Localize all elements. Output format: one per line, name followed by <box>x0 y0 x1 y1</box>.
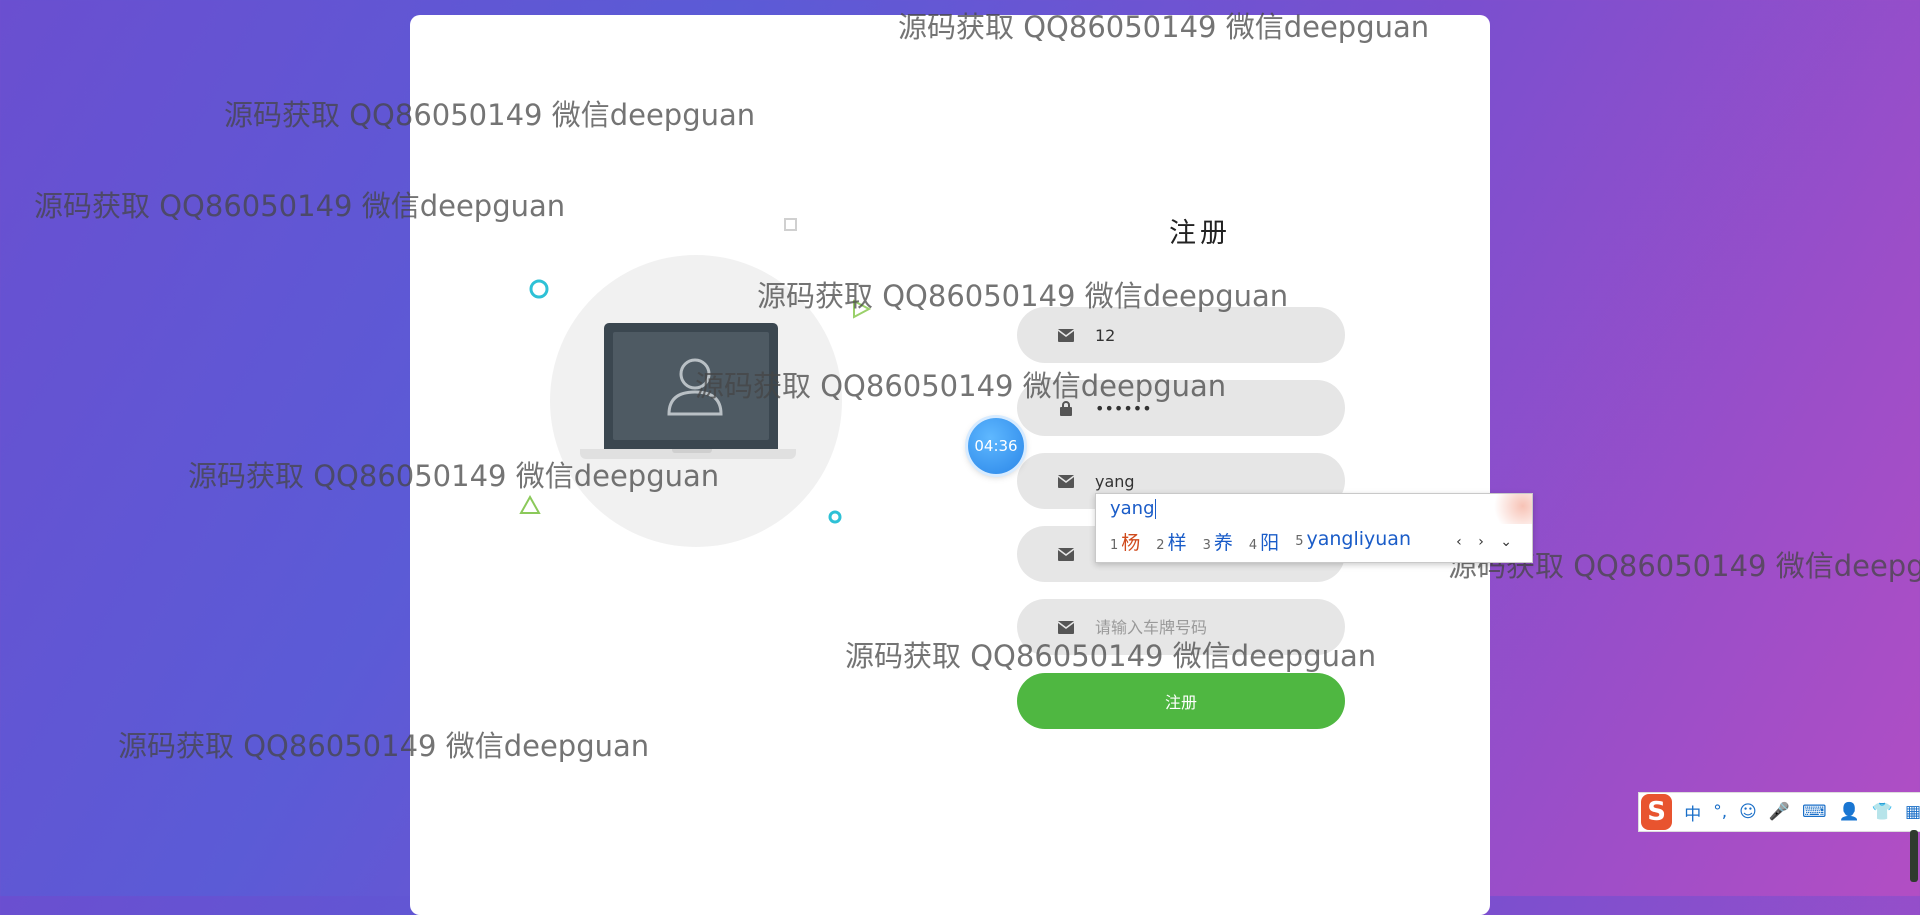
ime-punct-icon[interactable]: °, <box>1713 802 1727 822</box>
ime-composition: yang <box>1110 498 1156 519</box>
laptop-screen <box>604 323 778 449</box>
ime-toolbar: S 中 °, ☺ 🎤 ⌨ 👤 👕 ▦ <box>1638 792 1920 832</box>
name-input[interactable] <box>1095 471 1325 491</box>
register-button[interactable]: 注册 <box>1017 673 1345 729</box>
ime-candidates: 1杨 2样 3养 4阳 5 yangliyuan <box>1110 528 1427 555</box>
password-field[interactable] <box>1017 380 1345 436</box>
password-input[interactable] <box>1095 398 1325 418</box>
envelope-icon <box>1057 472 1075 490</box>
sogou-logo-icon[interactable]: S <box>1641 794 1673 830</box>
account-input[interactable] <box>1095 325 1325 345</box>
square-decoration-icon <box>784 218 797 231</box>
envelope-icon <box>1057 618 1075 636</box>
countdown-timer[interactable]: 04:36 <box>968 418 1024 474</box>
triangle-up-decoration-icon <box>519 494 541 514</box>
ime-candidate[interactable]: 4阳 <box>1249 528 1279 555</box>
lock-icon <box>1057 399 1075 417</box>
register-card: 注册 注册 <box>410 15 1490 915</box>
dot-decoration-icon <box>828 510 842 524</box>
ime-candidate-popup: yang 1杨 2样 3养 4阳 5 yangliyuan ‹ › ⌄ <box>1095 493 1533 563</box>
ime-candidate[interactable]: 2样 <box>1156 528 1186 555</box>
illustration <box>550 245 850 565</box>
ime-voice-icon[interactable]: 🎤 <box>1769 802 1790 822</box>
user-icon <box>667 358 723 416</box>
triangle-decoration-icon <box>853 299 872 319</box>
account-field[interactable] <box>1017 307 1345 363</box>
scrollbar-thumb[interactable] <box>1910 830 1918 882</box>
plate-field[interactable] <box>1017 599 1345 655</box>
envelope-icon <box>1057 326 1075 344</box>
envelope-icon <box>1057 545 1075 563</box>
ime-candidate[interactable]: 3养 <box>1203 528 1233 555</box>
ring-decoration-icon <box>529 279 549 299</box>
ime-candidate[interactable]: 1杨 <box>1110 528 1140 555</box>
plate-input[interactable] <box>1095 617 1325 637</box>
ime-user-icon[interactable]: 👤 <box>1839 802 1860 822</box>
ime-skin-icon[interactable]: 👕 <box>1872 802 1893 822</box>
ime-emoji-icon[interactable]: ☺ <box>1739 802 1757 822</box>
ime-page-nav-icon[interactable]: ‹ › ⌄ <box>1456 534 1518 550</box>
ime-keyboard-icon[interactable]: ⌨ <box>1802 802 1827 822</box>
ime-tools-icon[interactable]: ▦ <box>1905 802 1920 822</box>
ime-candidate[interactable]: 5 yangliyuan <box>1295 528 1411 555</box>
form-title: 注册 <box>1169 218 1231 249</box>
ime-lang-toggle[interactable]: 中 <box>1684 800 1701 825</box>
